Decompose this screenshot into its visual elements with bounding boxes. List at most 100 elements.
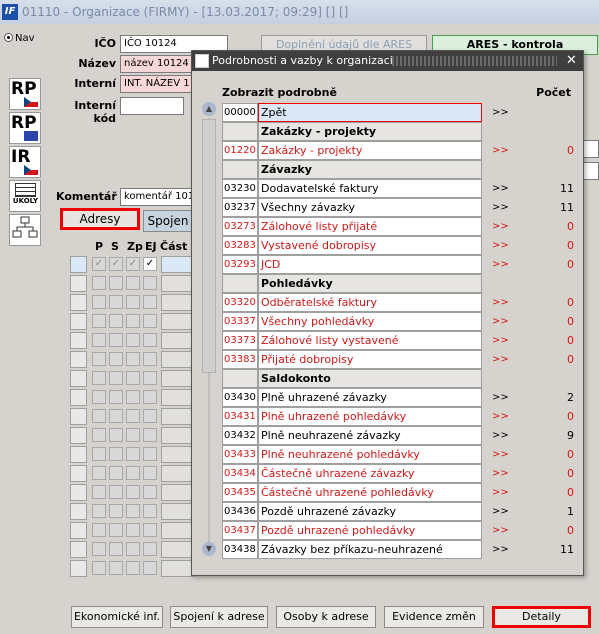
checkbox-ej[interactable] — [143, 523, 157, 537]
detail-row[interactable]: 03273 Zálohové listy přijaté >> 0 — [222, 217, 580, 236]
open-detail-link[interactable]: >> — [492, 293, 509, 312]
checkbox-zp[interactable] — [126, 428, 140, 442]
table-row[interactable] — [70, 389, 195, 406]
checkbox-s[interactable]: ✓ — [109, 257, 123, 271]
open-detail-link[interactable]: >> — [492, 502, 509, 521]
vertical-scrollbar[interactable]: ▲ ▼ — [202, 102, 216, 562]
detail-row[interactable]: 03337 Všechny pohledávky >> 0 — [222, 312, 580, 331]
cell-cast[interactable] — [161, 446, 195, 463]
checkbox-ej[interactable] — [143, 352, 157, 366]
checkbox-ej[interactable] — [143, 276, 157, 290]
row-selector[interactable] — [70, 313, 87, 330]
checkbox-p[interactable] — [92, 504, 106, 518]
row-selector[interactable] — [70, 503, 87, 520]
open-detail-link[interactable]: >> — [492, 179, 509, 198]
cell-cast[interactable] — [161, 408, 195, 425]
table-row[interactable] — [70, 560, 195, 577]
close-icon[interactable]: ✕ — [564, 53, 579, 68]
detail-row[interactable]: 01220 Zakázky - projekty >> 0 — [222, 141, 580, 160]
checkbox-p[interactable] — [92, 276, 106, 290]
row-selector[interactable] — [70, 560, 87, 577]
detail-row[interactable]: 03293 JCD >> 0 — [222, 255, 580, 274]
cell-cast[interactable] — [161, 389, 195, 406]
checkbox-p[interactable] — [92, 371, 106, 385]
table-row[interactable]: ✓ ✓ ✓ ✓ — [70, 256, 195, 273]
checkbox-zp[interactable] — [126, 504, 140, 518]
checkbox-s[interactable] — [109, 276, 123, 290]
checkbox-s[interactable] — [109, 428, 123, 442]
row-selector[interactable] — [70, 408, 87, 425]
checkbox-ej[interactable] — [143, 485, 157, 499]
tab-adresy[interactable]: Adresy — [60, 208, 140, 230]
checkbox-zp[interactable]: ✓ — [126, 257, 140, 271]
cell-cast[interactable] — [161, 332, 195, 349]
table-row[interactable] — [70, 522, 195, 539]
checkbox-s[interactable] — [109, 352, 123, 366]
table-row[interactable] — [70, 332, 195, 349]
checkbox-zp[interactable] — [126, 561, 140, 575]
checkbox-s[interactable] — [109, 390, 123, 404]
row-selector[interactable] — [70, 389, 87, 406]
nazev-field[interactable]: název 10124 — [120, 55, 192, 73]
checkbox-s[interactable] — [109, 371, 123, 385]
open-detail-link[interactable]: >> — [492, 445, 509, 464]
checkbox-zp[interactable] — [126, 352, 140, 366]
checkbox-p[interactable] — [92, 561, 106, 575]
open-detail-link[interactable]: >> — [492, 521, 509, 540]
open-detail-link[interactable]: >> — [492, 217, 509, 236]
nav-radio[interactable]: Nav — [4, 32, 35, 44]
checkbox-s[interactable] — [109, 542, 123, 556]
open-detail-link[interactable]: >> — [492, 388, 509, 407]
table-row[interactable] — [70, 484, 195, 501]
open-detail-link[interactable]: >> — [492, 255, 509, 274]
scroll-down-icon[interactable]: ▼ — [202, 542, 216, 556]
detail-row[interactable]: 03433 Plně neuhrazené pohledávky >> 0 — [222, 445, 580, 464]
checkbox-zp[interactable] — [126, 523, 140, 537]
checkbox-p[interactable] — [92, 447, 106, 461]
checkbox-p[interactable] — [92, 352, 106, 366]
cell-cast[interactable] — [161, 522, 195, 539]
open-detail-link[interactable]: >> — [492, 103, 509, 122]
cell-cast[interactable] — [161, 541, 195, 558]
tab-spojeni[interactable]: Spojen — [143, 210, 193, 232]
checkbox-zp[interactable] — [126, 276, 140, 290]
detail-row[interactable]: 03320 Odběratelské faktury >> 0 — [222, 293, 580, 312]
table-row[interactable] — [70, 446, 195, 463]
cell-cast[interactable] — [161, 313, 195, 330]
checkbox-ej[interactable]: ✓ — [143, 257, 157, 271]
checkbox-ej[interactable] — [143, 542, 157, 556]
checkbox-zp[interactable] — [126, 409, 140, 423]
detail-row[interactable]: 03431 Plně uhrazené pohledávky >> 0 — [222, 407, 580, 426]
checkbox-zp[interactable] — [126, 485, 140, 499]
scroll-thumb[interactable] — [202, 119, 216, 373]
table-row[interactable] — [70, 294, 195, 311]
checkbox-ej[interactable] — [143, 428, 157, 442]
checkbox-s[interactable] — [109, 561, 123, 575]
checkbox-zp[interactable] — [126, 371, 140, 385]
row-selector[interactable] — [70, 465, 87, 482]
table-row[interactable] — [70, 503, 195, 520]
row-selector[interactable] — [70, 446, 87, 463]
checkbox-s[interactable] — [109, 409, 123, 423]
checkbox-ej[interactable] — [143, 447, 157, 461]
checkbox-ej[interactable] — [143, 371, 157, 385]
detail-row[interactable]: 03237 Všechny závazky >> 11 — [222, 198, 580, 217]
evidence-zmen-button[interactable]: Evidence změn — [384, 606, 484, 628]
row-selector[interactable] — [70, 484, 87, 501]
checkbox-ej[interactable] — [143, 390, 157, 404]
open-detail-link[interactable]: >> — [492, 464, 509, 483]
table-row[interactable] — [70, 465, 195, 482]
checkbox-s[interactable] — [109, 485, 123, 499]
checkbox-zp[interactable] — [126, 390, 140, 404]
detail-row[interactable]: 03438 Závazky bez příkazu-neuhrazené >> 11 — [222, 540, 580, 559]
checkbox-ej[interactable] — [143, 314, 157, 328]
checkbox-p[interactable] — [92, 333, 106, 347]
row-selector[interactable] — [70, 256, 87, 273]
checkbox-zp[interactable] — [126, 295, 140, 309]
row-selector[interactable] — [70, 370, 87, 387]
detail-row[interactable]: 03432 Plně neuhrazené závazky >> 9 — [222, 426, 580, 445]
row-selector[interactable] — [70, 275, 87, 292]
detail-row[interactable]: 03283 Vystavené dobropisy >> 0 — [222, 236, 580, 255]
right-field-1[interactable] — [582, 140, 599, 158]
sidebar-button-ir-cz[interactable]: IR — [9, 146, 41, 178]
